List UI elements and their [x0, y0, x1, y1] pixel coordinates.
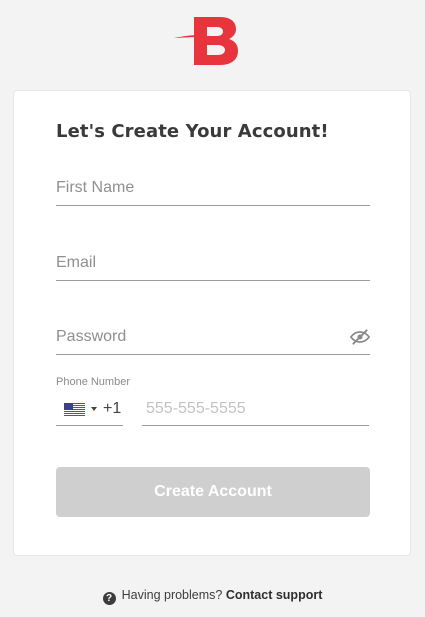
help-text: Having problems? — [121, 588, 223, 602]
email-placeholder: Email — [56, 254, 97, 271]
eye-slash-icon[interactable] — [349, 328, 371, 346]
password-field[interactable]: Password — [56, 326, 371, 355]
question-circle-icon: ? — [102, 592, 116, 605]
signup-card: Let's Create Your Account! First Name Em… — [13, 90, 411, 556]
us-flag-icon — [64, 403, 85, 416]
first-name-placeholder: First Name — [56, 179, 135, 196]
first-name-field[interactable]: First Name — [56, 177, 370, 206]
phone-number-input[interactable]: 555-555-5555 — [142, 396, 369, 426]
phone-placeholder: 555-555-5555 — [146, 400, 246, 417]
dial-code: +1 — [103, 400, 122, 417]
country-code-select[interactable]: +1 — [56, 396, 123, 426]
password-placeholder: Password — [56, 328, 127, 345]
brand-logo — [174, 14, 240, 68]
form-title: Let's Create Your Account! — [56, 121, 329, 142]
contact-support-link[interactable]: Contact support — [226, 588, 323, 602]
email-field[interactable]: Email — [56, 252, 370, 281]
chevron-down-icon — [91, 407, 97, 411]
brand-b-logo-icon — [174, 17, 238, 65]
help-footer: ? Having problems? Contact support — [0, 588, 425, 606]
create-account-button[interactable]: Create Account — [56, 467, 370, 517]
phone-label: Phone Number — [56, 376, 130, 388]
